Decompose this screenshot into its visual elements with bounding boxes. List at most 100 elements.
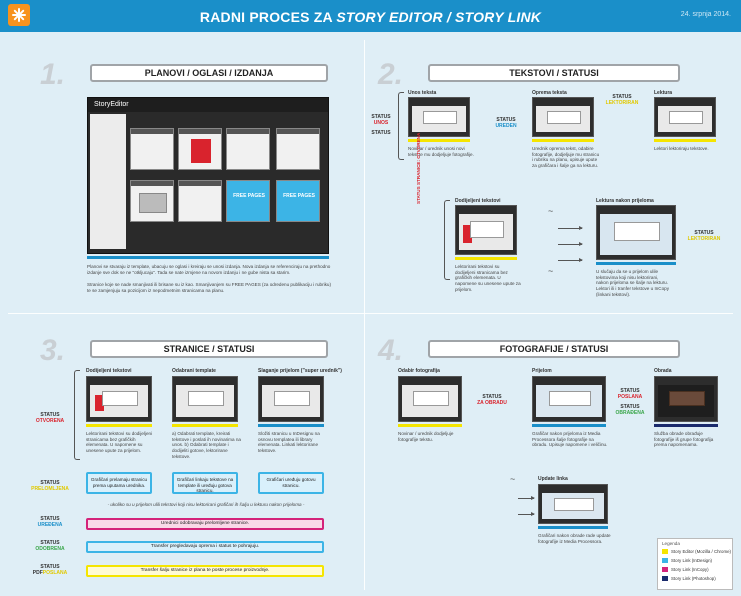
free-page: FREE PAGES <box>226 180 270 222</box>
flow-squiggle: ~ <box>548 206 554 216</box>
blue-bar <box>596 262 676 265</box>
q3-status-pdf: STATUS PDFPOSLANA <box>32 564 68 576</box>
q2-status-lektoriran: STATUS LEKTORIRAN <box>605 94 639 106</box>
q2-status-word: STATUS <box>371 130 391 136</box>
divider-vertical <box>364 40 365 590</box>
legend-item: Story Link (Photoshop) <box>662 575 728 584</box>
legend: Legenda Story Editor (Mozilla / Chrome) … <box>657 538 733 590</box>
q3-step2-screenshot <box>172 376 238 422</box>
brace <box>444 200 450 280</box>
q3-box-3: Grafičari uređuju gotovu stranicu. <box>258 472 324 494</box>
q4-step3-screenshot <box>654 376 718 422</box>
q2-step1-screenshot <box>408 97 470 137</box>
q3-status-prelomljena: STATUS PRELOMLJENA <box>31 480 69 492</box>
storyeditor-titlebar: StoryEditor <box>88 98 328 112</box>
brace <box>74 370 80 460</box>
q3-note: - ukoliko su u prijelom ulili tekstovi k… <box>107 502 305 507</box>
q4-step3-text: Služba obrade obrađuje fotografije iš gr… <box>654 431 714 448</box>
q3-step1-label: Dodijeljeni tekstovi <box>86 368 132 374</box>
q2-number: 2. <box>378 58 404 91</box>
divider-horizontal <box>8 313 733 314</box>
q2-status-unos: STATUS UNOS <box>371 114 391 126</box>
flow-arrow <box>558 258 583 262</box>
q1-description-1: Planovi se stvaraju iz template, ubacuju… <box>87 264 331 275</box>
q3-step3-text: Složiti stranicu u InDesignu na osnovu t… <box>258 431 320 454</box>
navy-bar <box>654 424 718 427</box>
q3-flow-uredjena: Urednici odobravaju prelomljene stranice… <box>86 518 324 530</box>
flow-arrow <box>518 512 535 516</box>
q2-step2-screenshot <box>532 97 594 137</box>
q4-step2-label: Prijelom <box>532 368 552 374</box>
q2-step2-label: Oprema teksta <box>532 90 567 96</box>
q3-flow-odobrena: Transfer pregledavaju oprema i status te… <box>86 541 324 553</box>
q3-step2-label: Odabrani template <box>172 368 216 374</box>
q3-flow-pdf: Transfer šalju stranice iz plana te post… <box>86 565 324 577</box>
q4-step1-label: Odabir fotografija <box>398 368 440 374</box>
q2-status-stranica: STATUS STRANICE: OTVORENA <box>416 132 421 204</box>
legend-item: Story Link (InDesign) <box>662 557 728 566</box>
yellow-bar <box>532 139 594 142</box>
q4-step2-text: Grafičar nakon prijeloma iz Media Proces… <box>532 431 608 448</box>
blue-bar <box>532 424 606 427</box>
yellow-bar <box>86 424 152 427</box>
q3-step1-text: Lektorirani tekstovi su dodijeljeni stra… <box>86 431 153 454</box>
plan-page <box>178 180 222 222</box>
flow-squiggle: ~ <box>510 474 516 484</box>
blue-bar <box>538 526 608 529</box>
flow-arrow <box>558 226 583 230</box>
blue-bar <box>258 424 324 427</box>
q3-step2-text: a) Odabrati template, kreirati tekstove … <box>172 431 241 459</box>
q2-title: TEKSTOVI / STATUSI <box>428 64 680 82</box>
q4-step4-screenshot <box>538 484 608 524</box>
q1-number: 1. <box>40 58 66 91</box>
q4-status-obradena: STATUS OBRAĐENA <box>615 404 645 416</box>
q2-step4-text: Lektorirani tekstovi su dodijeljeni stra… <box>455 264 521 292</box>
q4-number: 4. <box>378 334 404 367</box>
q2-step5-text: U slučaju da se u prijelom ulile tekstov… <box>596 269 670 297</box>
q1-title: PLANOVI / OGLASI / IZDANJA <box>90 64 328 82</box>
plan-page <box>130 180 174 222</box>
q3-title: STRANICE / STATUSI <box>90 340 328 358</box>
yellow-bar <box>455 257 517 260</box>
plan-page <box>130 128 174 170</box>
storyeditor-plan-grid: FREE PAGES FREE PAGES <box>130 128 324 249</box>
q3-step1-screenshot <box>86 376 152 422</box>
legend-item: Story Link (InCopy) <box>662 566 728 575</box>
q2-step5-label: Lektura nakon prijeloma <box>596 198 654 204</box>
q4-status-za-obradu: STATUS ZA OBRADU <box>477 394 507 406</box>
free-page: FREE PAGES <box>276 180 320 222</box>
q1-description-2: Stranice koje se nade smanjivati ili bri… <box>87 282 332 293</box>
q2-step4-label: Dodijeljeni tekstovi <box>455 198 501 204</box>
q3-status-uredjena: STATUS UREĐENA <box>37 516 63 528</box>
q2-step1-label: Unos teksta <box>408 90 437 96</box>
storyeditor-sidebar <box>90 114 126 249</box>
q3-box-2: Grafičari linkaju tekstove na template i… <box>172 472 238 494</box>
brace <box>398 92 404 160</box>
q2-status-lektoriran-2: STATUS LEKTORIRAN <box>687 230 721 242</box>
flow-arrow <box>518 496 535 500</box>
q2-step3-text: Lektori lektoriraju tekstove. <box>654 146 709 151</box>
q4-step4-text: Grafičari nakon obrade rade update fotog… <box>538 533 611 544</box>
q3-number: 3. <box>40 334 66 367</box>
page-title: RADNI PROCES ZA STORY EDITOR / STORY LIN… <box>199 9 542 25</box>
q3-step3-label: Slaganje prijelom ("super urednik") <box>258 368 342 374</box>
q3-box-1: Grafičari prelamaju stranicu prema uputa… <box>86 472 152 494</box>
q2-step3-label: Lektura <box>654 90 673 96</box>
q2-step2-text: Urednik oprema tekst, odabire fotografij… <box>532 146 600 169</box>
plan-page <box>226 128 270 170</box>
flow-arrow <box>558 242 583 246</box>
plan-page <box>178 128 222 170</box>
yellow-bar <box>398 424 462 427</box>
q4-step3-label: Obrada <box>654 368 672 374</box>
q4-step2-screenshot <box>532 376 606 422</box>
q4-step1-text: Novinar / urednik dodjeljuje fotografije… <box>398 431 454 442</box>
q4-status-poslana: STATUS POSLANA <box>617 388 643 400</box>
q3-status-otvorena: STATUS OTVORENA <box>35 412 65 424</box>
flow-squiggle: ~ <box>548 266 554 276</box>
q4-step1-screenshot <box>398 376 462 422</box>
legend-item: Story Editor (Mozilla / Chrome) <box>662 548 731 557</box>
q3-status-odobrena: STATUS ODOBRENA <box>35 540 65 552</box>
q2-step5-screenshot <box>596 205 676 260</box>
date-label: 24. srpnja 2014. <box>680 11 731 18</box>
plan-page <box>276 128 320 170</box>
